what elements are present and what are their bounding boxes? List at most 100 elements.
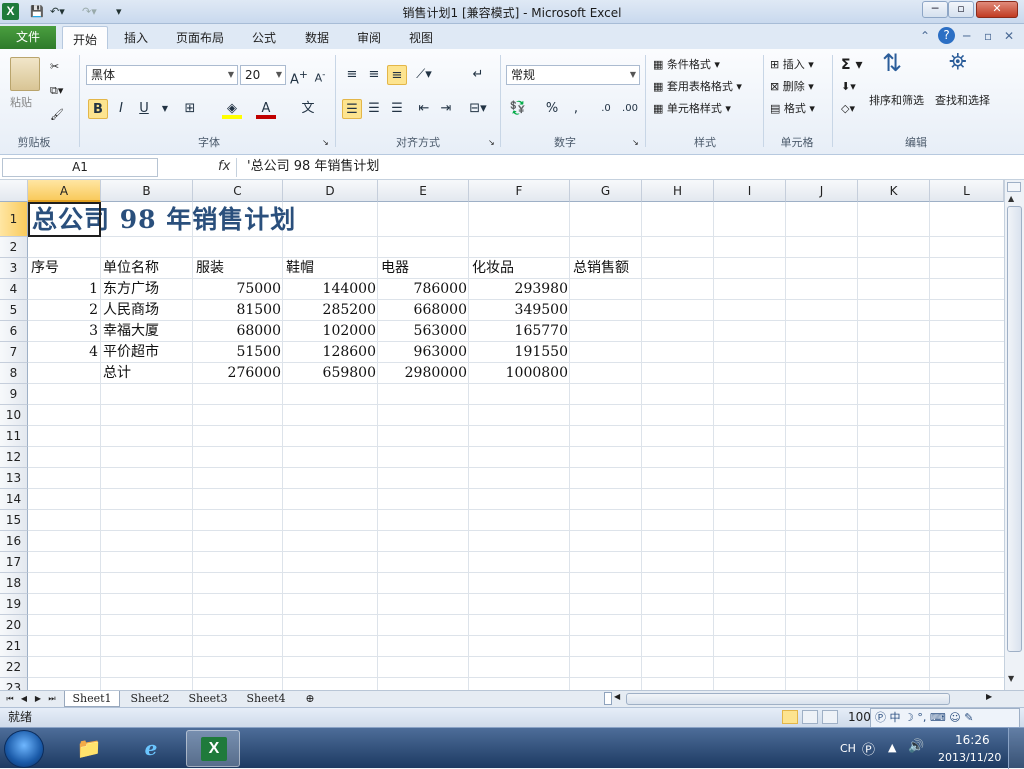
sheet-tab-sheet1[interactable]: Sheet1 <box>64 691 120 707</box>
data-cell[interactable]: 68000 <box>193 321 281 342</box>
header-cell[interactable]: 化妆品 <box>472 258 514 279</box>
maximize-button[interactable]: ▫ <box>948 1 974 18</box>
underline-button[interactable]: U <box>134 99 154 119</box>
currency-icon[interactable]: 💱 <box>508 99 528 119</box>
volume-icon[interactable]: 🔊 <box>908 739 924 754</box>
clear-icon[interactable]: ◇▾ <box>841 101 855 117</box>
row-header[interactable]: 13 <box>0 468 28 489</box>
sheet-tab-sheet2[interactable]: Sheet2 <box>122 691 178 707</box>
data-cell[interactable]: 幸福大厦 <box>103 321 159 342</box>
total-label-cell[interactable]: 总计 <box>103 363 131 384</box>
minimize-button[interactable]: ─ <box>922 1 948 18</box>
data-cell[interactable]: 2 <box>28 300 98 321</box>
tab-data[interactable]: 数据 <box>305 29 329 46</box>
ime-tray-icon[interactable]: Ⓟ <box>862 739 875 758</box>
orientation-icon[interactable]: ⟋▾ <box>414 65 434 85</box>
formula-input[interactable]: '总公司 98 年销售计划 <box>236 158 1006 177</box>
excel-taskbar-icon[interactable]: X <box>186 730 240 767</box>
data-cell[interactable]: 人民商场 <box>103 300 159 321</box>
decrease-indent-icon[interactable]: ⇤ <box>414 99 434 119</box>
row-header[interactable]: 22 <box>0 657 28 678</box>
align-center-icon[interactable]: ☰ <box>364 99 384 119</box>
row-header[interactable]: 19 <box>0 594 28 615</box>
data-cell[interactable]: 285200 <box>283 300 376 321</box>
alignment-dialog-launcher-icon[interactable]: ↘ <box>488 135 495 151</box>
next-sheet-icon[interactable]: ▶ <box>32 691 44 707</box>
data-cell[interactable]: 51500 <box>193 342 281 363</box>
ime-toolbar[interactable]: Ⓟ 中 ☽ °, ⌨ ☺ ✎ <box>870 708 1020 728</box>
autosum-button[interactable]: Σ ▾ <box>841 57 862 73</box>
tab-review[interactable]: 审阅 <box>357 29 381 46</box>
data-cell[interactable]: 128600 <box>283 342 376 363</box>
tab-insert[interactable]: 插入 <box>124 29 148 46</box>
paste-button[interactable]: 粘贴 <box>10 95 32 111</box>
data-cell[interactable]: 75000 <box>193 279 281 300</box>
data-cell[interactable]: 349500 <box>469 300 568 321</box>
sheet-title-cell[interactable]: 总公司 98 年销售计划 <box>32 202 296 237</box>
page-break-view-icon[interactable] <box>822 710 838 724</box>
prev-sheet-icon[interactable]: ◀ <box>18 691 30 707</box>
copy-icon[interactable]: ⧉▾ <box>50 83 63 99</box>
last-sheet-icon[interactable]: ⏭ <box>46 691 58 707</box>
ime-moon-icon[interactable]: ☽ <box>904 711 914 724</box>
normal-view-icon[interactable] <box>782 710 798 724</box>
select-all-corner[interactable] <box>0 180 28 202</box>
column-header[interactable]: C <box>193 180 283 202</box>
scroll-down-icon[interactable]: ▼ <box>1008 674 1014 683</box>
data-cell[interactable]: 668000 <box>378 300 467 321</box>
row-header[interactable]: 9 <box>0 384 28 405</box>
format-painter-icon[interactable]: 🖌 <box>50 107 64 123</box>
column-header[interactable]: L <box>930 180 1004 202</box>
data-cell[interactable]: 786000 <box>378 279 467 300</box>
row-header[interactable]: 2 <box>0 237 28 258</box>
worksheet-grid[interactable]: A B C D E F G H I J K L 1 2 3 4 5 6 7 8 … <box>0 180 1004 690</box>
row-header[interactable]: 1 <box>0 202 28 237</box>
row-header[interactable]: 8 <box>0 363 28 384</box>
row-header[interactable]: 5 <box>0 300 28 321</box>
row-header[interactable]: 12 <box>0 447 28 468</box>
align-bottom-icon[interactable]: ≡ <box>387 65 407 85</box>
column-header[interactable]: H <box>642 180 714 202</box>
ribbon-close-icon[interactable]: ✕ <box>1004 29 1014 43</box>
data-cell[interactable]: 102000 <box>283 321 376 342</box>
format-cells-button[interactable]: ▤ 格式 ▾ <box>770 101 815 117</box>
data-cell[interactable]: 293980 <box>469 279 568 300</box>
row-header[interactable]: 3 <box>0 258 28 279</box>
scroll-left-icon[interactable]: ◀ <box>614 692 620 701</box>
align-top-icon[interactable]: ≡ <box>342 65 362 85</box>
number-dialog-launcher-icon[interactable]: ↘ <box>632 135 639 151</box>
column-header[interactable]: D <box>283 180 378 202</box>
bold-button[interactable]: B <box>88 99 108 119</box>
row-header[interactable]: 10 <box>0 405 28 426</box>
header-cell[interactable]: 序号 <box>31 258 59 279</box>
collapse-ribbon-icon[interactable]: ⌃ <box>920 29 930 43</box>
total-cell[interactable]: 1000800 <box>469 363 568 384</box>
data-cell[interactable]: 1 <box>28 279 98 300</box>
header-cell[interactable]: 总销售额 <box>573 258 629 279</box>
data-cell[interactable]: 平价超市 <box>103 342 159 363</box>
cell-styles-button[interactable]: ▦ 单元格样式 ▾ <box>653 101 731 117</box>
ime-logo-icon[interactable]: Ⓟ <box>875 711 886 724</box>
font-size-select[interactable]: 20 ▼ <box>240 65 286 85</box>
paste-icon[interactable] <box>10 57 40 91</box>
insert-function-icon[interactable]: fx <box>218 159 230 174</box>
column-header[interactable]: B <box>101 180 193 202</box>
scroll-up-icon[interactable]: ▲ <box>1008 194 1014 203</box>
header-cell[interactable]: 电器 <box>381 258 409 279</box>
insert-sheet-icon[interactable]: ⊕ <box>298 691 322 707</box>
header-cell[interactable]: 服装 <box>196 258 224 279</box>
row-header[interactable]: 15 <box>0 510 28 531</box>
column-header[interactable]: I <box>714 180 786 202</box>
cut-icon[interactable]: ✂ <box>50 59 59 75</box>
fill-icon[interactable]: ⬇▾ <box>841 79 856 95</box>
chevron-down-icon[interactable]: ▼ <box>155 99 175 119</box>
tab-page-layout[interactable]: 页面布局 <box>176 29 224 46</box>
clock-time[interactable]: 16:26 <box>955 733 990 747</box>
data-cell[interactable]: 144000 <box>283 279 376 300</box>
row-header[interactable]: 11 <box>0 426 28 447</box>
border-icon[interactable]: ⊞ <box>180 99 200 119</box>
scrollbar-thumb[interactable] <box>1007 206 1022 652</box>
sort-filter-button[interactable]: 排序和筛选 <box>869 93 924 109</box>
comma-style-icon[interactable]: , <box>566 99 586 119</box>
data-cell[interactable]: 81500 <box>193 300 281 321</box>
